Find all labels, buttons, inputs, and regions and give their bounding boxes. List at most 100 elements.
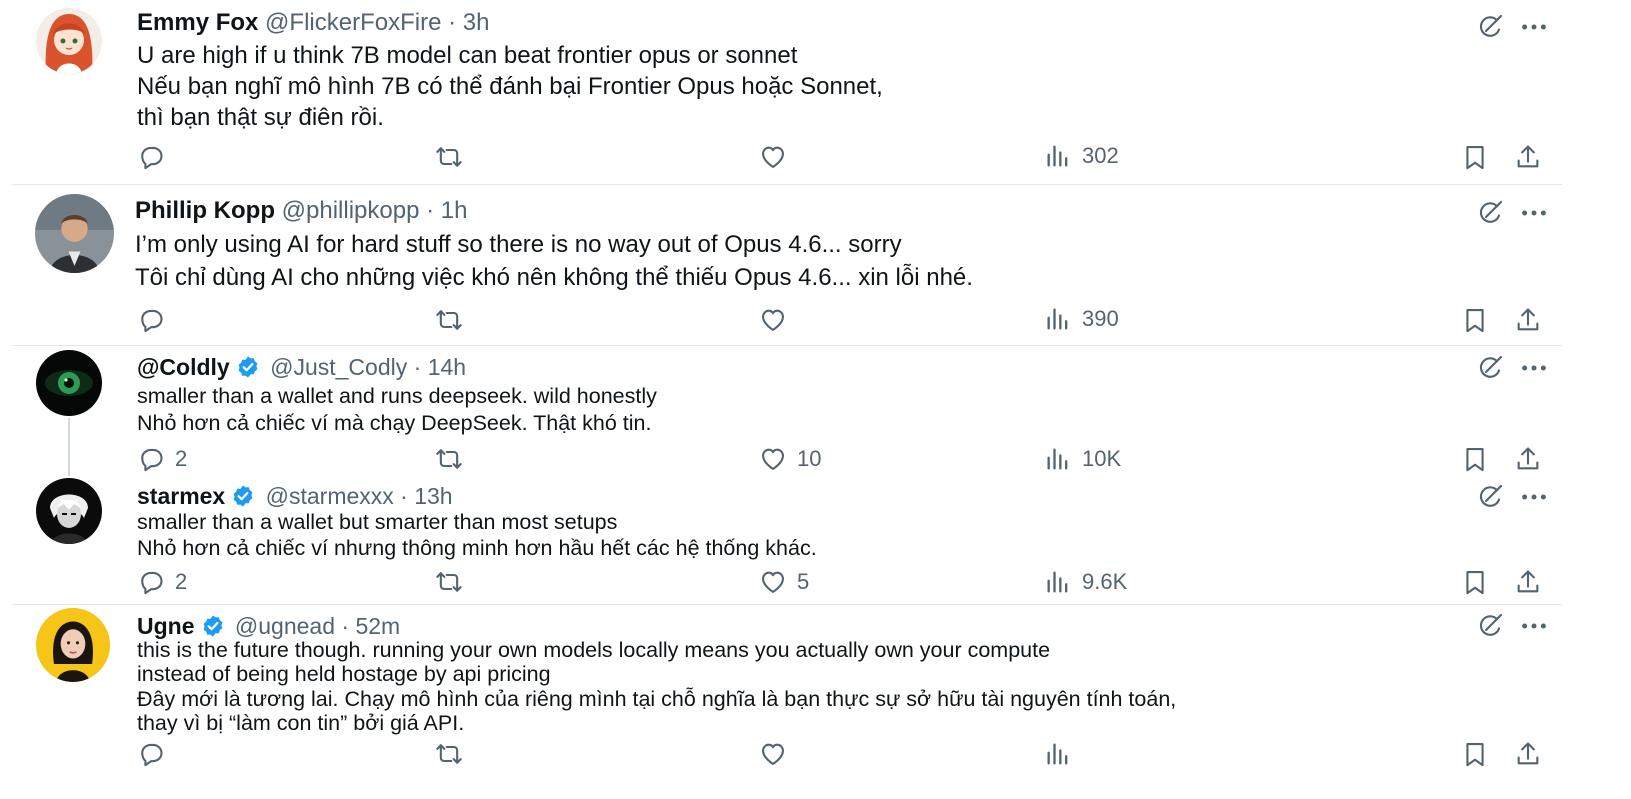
like-icon	[759, 568, 787, 596]
more-icon[interactable]	[1519, 611, 1549, 641]
share-icon	[1514, 143, 1542, 171]
tweet-text-line: Tôi chỉ dùng AI cho những việc khó nên k…	[135, 264, 973, 291]
grok-icon[interactable]	[1475, 611, 1505, 641]
share-button[interactable]	[1514, 305, 1542, 335]
author-name[interactable]: Emmy Fox	[137, 9, 258, 36]
more-icon[interactable]	[1519, 353, 1549, 383]
tweet-text-line: smaller than a wallet but smarter than m…	[137, 510, 618, 534]
bookmark-icon	[1461, 143, 1489, 171]
bookmark-button[interactable]	[1461, 567, 1489, 597]
tweet-ugne[interactable]: Ugne @ugnead · 52m this is the future th…	[0, 605, 1631, 799]
reply-button[interactable]	[137, 305, 175, 335]
timestamp[interactable]: 52m	[355, 613, 400, 639]
like-icon	[759, 143, 787, 171]
grok-icon[interactable]	[1475, 12, 1505, 42]
repost-icon	[435, 306, 463, 334]
like-icon	[759, 445, 787, 473]
repost-button[interactable]	[435, 567, 463, 597]
bookmark-button[interactable]	[1461, 305, 1489, 335]
timestamp[interactable]: 14h	[428, 354, 466, 380]
grok-icon[interactable]	[1475, 482, 1505, 512]
views-icon	[1044, 142, 1072, 170]
reply-button[interactable]	[137, 739, 175, 769]
avatar[interactable]	[36, 478, 102, 544]
views-icon	[1044, 305, 1072, 333]
repost-button[interactable]	[435, 305, 463, 335]
views-button[interactable]: 10K	[1044, 444, 1121, 474]
tweet-phillip-kopp[interactable]: Phillip Kopp @phillipkopp · 1h I’m only …	[0, 185, 1631, 345]
separator: ·	[400, 483, 408, 509]
tweet-text-line: thay vì bị “làm con tin” bởi giá API.	[137, 711, 465, 735]
author-handle[interactable]: @phillipkopp	[282, 197, 420, 224]
reply-count: 2	[175, 446, 188, 471]
separator: ·	[426, 197, 435, 224]
bookmark-button[interactable]	[1461, 142, 1489, 172]
like-icon	[759, 306, 787, 334]
like-button[interactable]	[759, 305, 797, 335]
author-handle[interactable]: @starmexxx	[266, 483, 394, 509]
like-button[interactable]	[759, 739, 797, 769]
views-button[interactable]: 9.6K	[1044, 567, 1127, 597]
views-count: 302	[1082, 143, 1119, 168]
tweet-text-line: this is the future though. running your …	[137, 638, 1051, 662]
share-button[interactable]	[1514, 142, 1542, 172]
tweet-text-line: Đây mới là tương lai. Chạy mô hình của r…	[137, 687, 1177, 711]
reply-icon	[137, 740, 165, 768]
avatar[interactable]	[35, 194, 114, 273]
bookmark-icon	[1461, 445, 1489, 473]
more-icon[interactable]	[1519, 12, 1549, 42]
repost-button[interactable]	[435, 739, 463, 769]
tweet-text-line: I’m only using AI for hard stuff so ther…	[135, 231, 902, 258]
like-button[interactable]	[759, 142, 797, 172]
timestamp[interactable]: 13h	[414, 483, 452, 509]
reply-button[interactable]	[137, 142, 175, 172]
verified-badge-icon	[231, 484, 255, 508]
timestamp[interactable]: 3h	[463, 9, 490, 36]
views-icon	[1044, 740, 1072, 768]
verified-badge-icon	[236, 355, 260, 379]
more-icon[interactable]	[1519, 482, 1549, 512]
views-count: 9.6K	[1082, 569, 1128, 594]
author-name[interactable]: starmex	[137, 483, 225, 509]
share-icon	[1514, 445, 1542, 473]
views-button[interactable]: 302	[1044, 141, 1119, 171]
share-button[interactable]	[1514, 567, 1542, 597]
tweet-text-line: Nếu bạn nghĩ mô hình 7B có thể đánh bại …	[137, 73, 883, 100]
author-name[interactable]: Phillip Kopp	[135, 197, 275, 224]
views-button[interactable]	[1044, 739, 1082, 769]
grok-icon[interactable]	[1475, 353, 1505, 383]
bookmark-button[interactable]	[1461, 739, 1489, 769]
avatar[interactable]	[36, 608, 110, 682]
share-button[interactable]	[1514, 739, 1542, 769]
tweet-starmex[interactable]: starmex @starmexxx · 13h smaller than a …	[0, 474, 1631, 604]
bookmark-button[interactable]	[1461, 444, 1489, 474]
share-button[interactable]	[1514, 444, 1542, 474]
author-handle[interactable]: @FlickerFoxFire	[265, 9, 441, 36]
grok-icon[interactable]	[1475, 198, 1505, 228]
tweet-emmy-fox[interactable]: Emmy Fox @FlickerFoxFire · 3h U are high…	[0, 0, 1631, 184]
author-handle[interactable]: @Just_Codly	[270, 354, 407, 380]
tweet-coldly[interactable]: @Coldly @Just_Codly · 14h smaller than a…	[0, 346, 1631, 474]
reply-button[interactable]: 2	[137, 444, 187, 474]
like-icon	[759, 740, 787, 768]
tweet-text-line: U are high if u think 7B model can beat …	[137, 42, 798, 69]
avatar[interactable]	[36, 8, 102, 74]
bookmark-icon	[1461, 740, 1489, 768]
reply-button[interactable]: 2	[137, 567, 187, 597]
author-name[interactable]: @Coldly	[137, 354, 230, 380]
author-name[interactable]: Ugne	[137, 613, 195, 639]
timestamp[interactable]: 1h	[441, 197, 468, 224]
author-handle[interactable]: @ugnead	[235, 613, 335, 639]
repost-button[interactable]	[435, 444, 463, 474]
share-icon	[1514, 568, 1542, 596]
like-button[interactable]: 5	[759, 567, 809, 597]
avatar[interactable]	[36, 350, 102, 416]
views-count: 10K	[1082, 446, 1122, 471]
repost-icon	[435, 740, 463, 768]
repost-button[interactable]	[435, 142, 463, 172]
repost-icon	[435, 445, 463, 473]
more-icon[interactable]	[1519, 198, 1549, 228]
like-button[interactable]: 10	[759, 444, 821, 474]
views-icon	[1044, 568, 1072, 596]
views-button[interactable]: 390	[1044, 304, 1119, 334]
